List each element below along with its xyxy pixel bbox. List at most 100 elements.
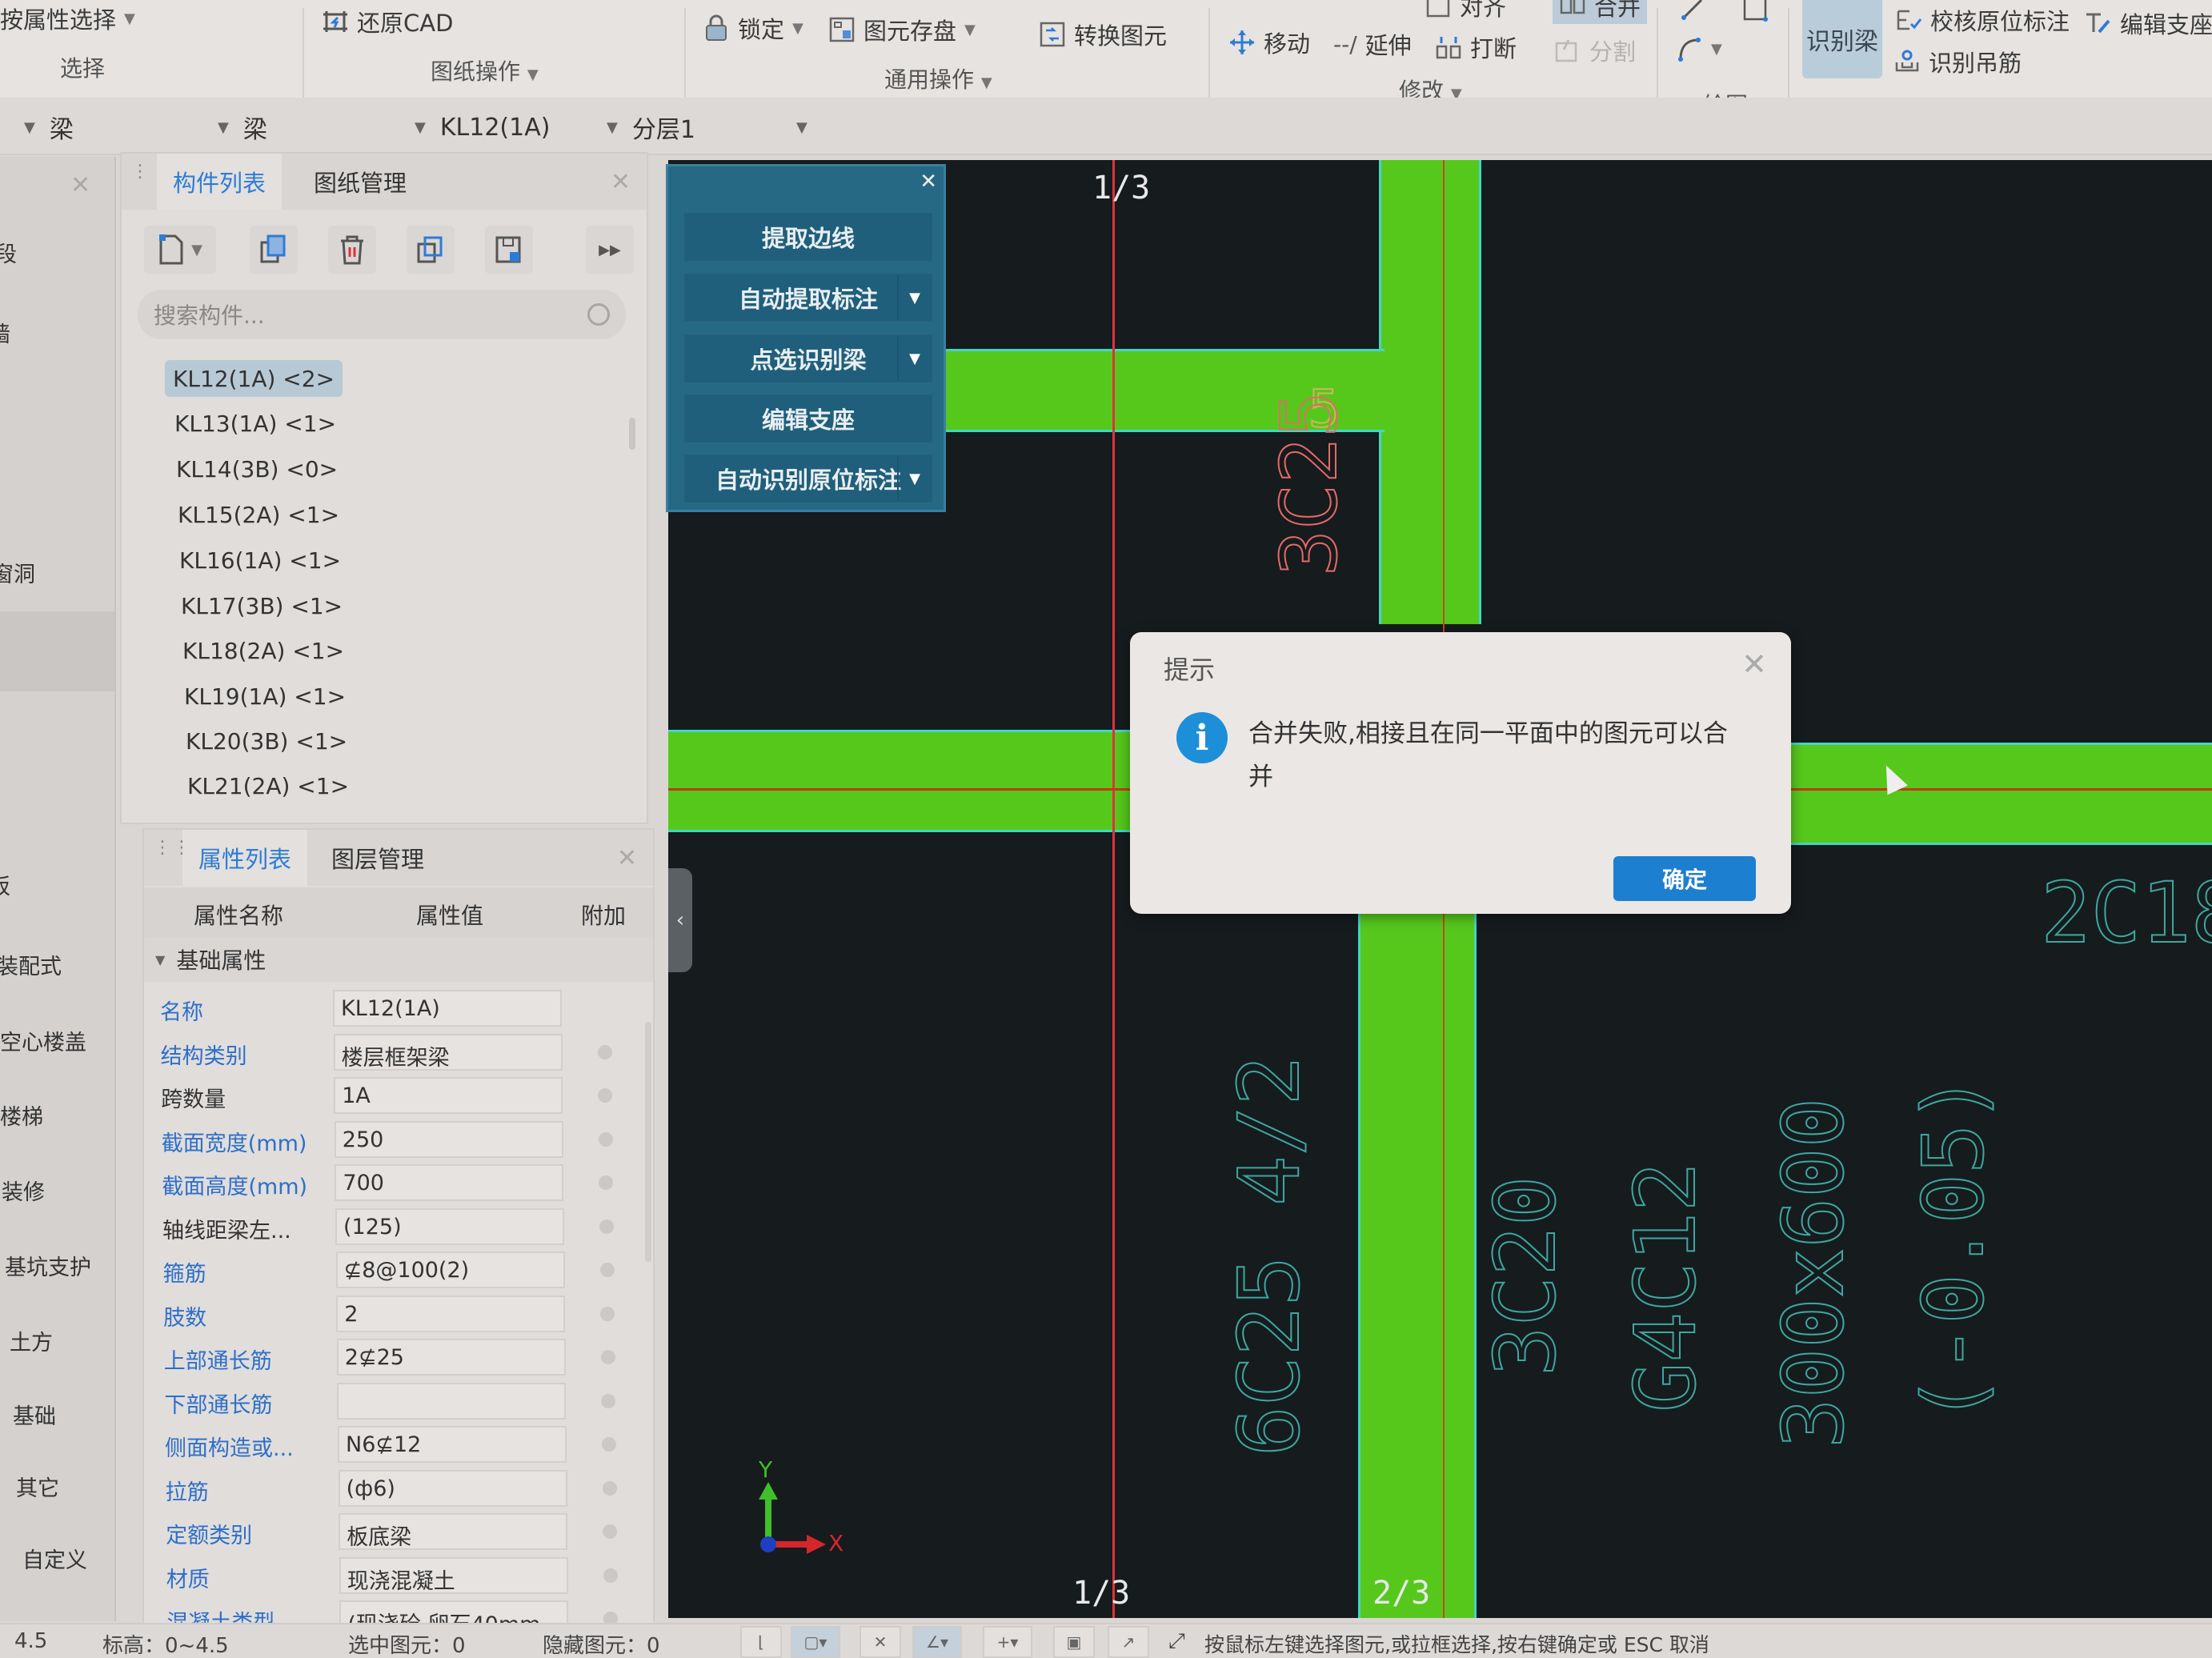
property-value-field[interactable]: N6⊈12 xyxy=(338,1426,567,1463)
auto-extract-annotation-button[interactable]: 自动提取标注 ▼ xyxy=(684,274,932,322)
point-recognize-beam-button[interactable]: 点选识别梁 ▼ xyxy=(684,334,932,382)
auto-recognize-inplace-annotation-button[interactable]: 自动识别原位标注 ▼ xyxy=(684,455,932,503)
new-component-button[interactable]: ▼ xyxy=(144,226,216,274)
property-row[interactable]: 定额类别 板底梁 xyxy=(150,1510,659,1553)
attach-indicator-icon[interactable] xyxy=(600,1306,615,1321)
nav-item[interactable]: 窗洞 xyxy=(0,557,35,588)
property-value-field[interactable]: ⊈8@100(2) xyxy=(335,1252,565,1288)
tab-layer-management[interactable]: 图层管理 xyxy=(315,830,440,886)
property-value-field[interactable]: 2⊈25 xyxy=(336,1339,566,1376)
property-value-field[interactable]: (ф6) xyxy=(338,1469,567,1507)
list-scrollbar[interactable] xyxy=(629,418,635,450)
dropdown-arrow-icon[interactable]: ▼ xyxy=(897,336,931,381)
beam-horizontal-left[interactable] xyxy=(668,730,1132,832)
component-item[interactable]: KL19(1A) <1> xyxy=(176,678,354,715)
display-toggle[interactable]: ▣ xyxy=(1053,1626,1095,1658)
component-item[interactable]: KL18(2A) <1> xyxy=(174,632,352,669)
draw-line-button[interactable] xyxy=(1679,0,1706,22)
layer-select[interactable]: ▼ 分层1 xyxy=(607,107,695,147)
nav-item[interactable]: 其它 xyxy=(16,1471,59,1502)
recognize-beam-button[interactable]: 识别梁 xyxy=(1802,0,1882,78)
attach-indicator-icon[interactable] xyxy=(601,1393,616,1408)
align-button[interactable]: 对齐 xyxy=(1425,0,1506,22)
attach-indicator-icon[interactable] xyxy=(602,1480,617,1496)
property-row[interactable]: 箍筋 ⊈8@100(2) xyxy=(147,1248,656,1292)
save-element-button[interactable]: 图元存盘 ▼ xyxy=(828,13,976,46)
close-icon[interactable]: ✕ xyxy=(1741,647,1767,682)
close-icon[interactable]: ✕ xyxy=(70,171,90,199)
copy-component-button[interactable] xyxy=(250,226,298,274)
property-value-field[interactable]: 250 xyxy=(334,1120,563,1158)
split-button[interactable]: 分割 xyxy=(1554,34,1636,67)
property-value-field[interactable]: 1A xyxy=(334,1077,563,1114)
collapse-panel-handle[interactable]: ‹ xyxy=(668,868,692,972)
close-icon[interactable]: ✕ xyxy=(611,168,631,196)
nav-item[interactable]: 空心楼盖 xyxy=(0,1025,86,1056)
property-row[interactable]: 拉筋 (ф6) xyxy=(150,1467,659,1510)
nav-item[interactable]: 基础 xyxy=(13,1399,56,1430)
component-item[interactable]: KL13(1A) <1> xyxy=(166,405,344,442)
ok-button[interactable]: 确定 xyxy=(1613,856,1756,901)
copy-to-layer-button[interactable] xyxy=(407,226,455,274)
nav-item[interactable]: 自定义 xyxy=(22,1543,87,1574)
beam-horizontal-right[interactable] xyxy=(1781,743,2212,845)
convert-element-button[interactable]: 转换图元 xyxy=(1039,18,1167,51)
beam-vertical-bottom[interactable] xyxy=(1358,880,1477,1618)
property-row[interactable]: 跨数量 1A xyxy=(145,1074,654,1117)
merge-button[interactable]: 合并 xyxy=(1553,0,1648,24)
component-item[interactable]: KL20(3B) <1> xyxy=(178,723,355,759)
draw-arc-button[interactable]: ▼ xyxy=(1676,35,1722,62)
property-value-field[interactable]: 2 xyxy=(336,1295,566,1332)
attach-indicator-icon[interactable] xyxy=(597,1044,612,1059)
component-item[interactable]: KL14(3B) <0> xyxy=(168,451,346,487)
nav-item[interactable]: 墙 xyxy=(0,317,10,348)
layer-select-caret[interactable]: ▼ xyxy=(796,107,822,147)
property-value-field[interactable]: (125) xyxy=(335,1207,564,1245)
check-annotation-button[interactable]: 校核原位标注 xyxy=(1895,3,2070,37)
dropdown-arrow-icon[interactable]: ▼ xyxy=(897,456,931,501)
move-button[interactable]: 移动 xyxy=(1228,26,1310,59)
edit-support-button[interactable]: 编辑支座 xyxy=(2085,6,2212,40)
property-value-field[interactable]: 楼层框架梁 xyxy=(333,1033,563,1071)
recognize-hanger-button[interactable]: 识别吊筋 xyxy=(1893,45,2022,78)
draw-rect-button[interactable] xyxy=(1741,0,1769,22)
attach-indicator-icon[interactable] xyxy=(598,1088,613,1103)
delete-component-button[interactable] xyxy=(328,226,376,274)
type-select[interactable]: ▼ 梁 xyxy=(218,107,267,147)
nav-item[interactable]: 装配式 xyxy=(0,949,62,980)
property-scrollbar[interactable] xyxy=(645,1022,651,1262)
component-item[interactable]: KL21(2A) <1> xyxy=(179,767,357,804)
object-snap-toggle[interactable]: ▢▾ xyxy=(791,1626,840,1658)
beam-vertical-top[interactable] xyxy=(1379,160,1481,624)
category-select[interactable]: ▼ 梁 xyxy=(24,107,74,147)
extract-edge-button[interactable]: 提取边线 xyxy=(684,213,932,261)
property-row[interactable]: 上部通长筋 2⊈25 xyxy=(148,1336,657,1379)
property-value-field[interactable]: KL12(1A) xyxy=(333,990,562,1027)
extend-button[interactable]: --/ 延伸 xyxy=(1333,27,1412,61)
close-icon[interactable]: ✕ xyxy=(920,170,937,194)
attach-indicator-icon[interactable] xyxy=(598,1131,613,1147)
search-icon[interactable] xyxy=(587,303,610,326)
attach-indicator-icon[interactable] xyxy=(603,1524,618,1539)
property-value-field[interactable] xyxy=(337,1382,567,1420)
attach-indicator-icon[interactable] xyxy=(599,1263,615,1277)
more-button[interactable]: ▶▶ xyxy=(586,226,634,274)
drag-handle-icon[interactable]: ⋮⋮ xyxy=(131,163,168,195)
nav-item[interactable]: 基坑支护 xyxy=(5,1250,91,1281)
property-row[interactable]: 结构类别 楼层框架梁 xyxy=(145,1031,654,1074)
property-value-field[interactable]: 700 xyxy=(335,1164,564,1201)
property-row[interactable]: 截面宽度(mm) 250 xyxy=(146,1118,655,1161)
group-label-drawing-ops[interactable]: 图纸操作 ▼ xyxy=(431,54,539,86)
nav-item[interactable]: 楼梯 xyxy=(0,1099,43,1131)
tab-component-list[interactable]: 构件列表 xyxy=(157,154,283,210)
attach-indicator-icon[interactable] xyxy=(603,1568,618,1583)
property-row[interactable]: 截面高度(mm) 700 xyxy=(146,1161,655,1204)
save-component-button[interactable] xyxy=(485,226,533,274)
nav-item[interactable]: 板 xyxy=(0,869,10,900)
property-row[interactable]: 名称 KL12(1A) xyxy=(144,987,653,1030)
property-row[interactable]: 下部通长筋 xyxy=(148,1380,657,1423)
component-select[interactable]: ▼ KL12(1A) xyxy=(415,107,550,147)
attach-indicator-icon[interactable] xyxy=(602,1437,616,1452)
attach-indicator-icon[interactable] xyxy=(599,1175,614,1190)
attach-indicator-icon[interactable] xyxy=(599,1219,614,1234)
